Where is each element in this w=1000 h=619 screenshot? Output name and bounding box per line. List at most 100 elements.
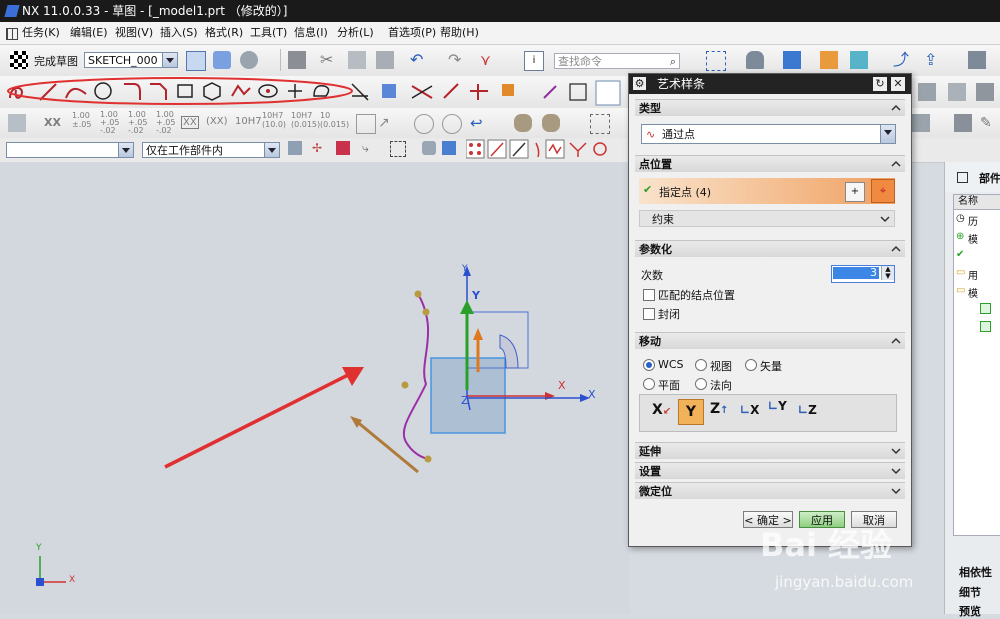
- snap-view-icon[interactable]: [590, 114, 610, 134]
- point-snap-icon[interactable]: [336, 141, 350, 155]
- sketch-attach-icon[interactable]: [186, 51, 206, 71]
- spinner-icon[interactable]: ▲ ▼: [881, 266, 894, 280]
- menu-view[interactable]: 视图(V): [115, 22, 153, 44]
- degree-input[interactable]: 3 ▲ ▼: [831, 265, 895, 283]
- gear-icon[interactable]: ⚙: [633, 77, 646, 90]
- undo-icon[interactable]: ↶: [410, 51, 428, 69]
- chevron-down-icon[interactable]: [162, 53, 177, 67]
- grid-icon[interactable]: [912, 114, 930, 132]
- move-icon[interactable]: ⇪: [924, 51, 942, 69]
- chevron-down-icon[interactable]: [880, 214, 890, 224]
- diameter-icon[interactable]: [414, 114, 434, 134]
- section-type[interactable]: 类型: [635, 99, 905, 116]
- tab-details[interactable]: 细节: [959, 584, 981, 600]
- dim-style-fit4[interactable]: 10 (0.015): [320, 111, 349, 129]
- dim-style-tol3[interactable]: 1.00 +.05 -.02: [128, 111, 148, 135]
- close-icon[interactable]: ✕: [891, 77, 905, 91]
- type-filter-select[interactable]: [6, 142, 134, 158]
- type-select[interactable]: ∿ 通过点: [641, 124, 896, 144]
- graphics-window[interactable]: Y X X Z Y Y X: [0, 162, 630, 614]
- view-orient-icon[interactable]: [783, 51, 801, 69]
- navigator-tree[interactable]: 名称 历 ◷ ⊕ 模 ✔ ▭ 用 ▭ 模: [953, 194, 1000, 536]
- redo-icon[interactable]: ↷: [448, 51, 466, 69]
- point-dialog-button[interactable]: +: [845, 182, 865, 202]
- brush-icon[interactable]: ✎: [980, 114, 998, 132]
- finish-sketch-label[interactable]: 完成草图: [34, 53, 78, 69]
- crosshair-icon[interactable]: ⌖: [871, 179, 895, 203]
- specify-point-row[interactable]: ✔ 指定点 (4) + ⌖: [639, 178, 895, 204]
- chevron-up-icon[interactable]: [891, 244, 901, 254]
- info-icon[interactable]: i: [524, 51, 544, 71]
- copy-icon[interactable]: [348, 51, 366, 69]
- menu-more-icon[interactable]: [968, 51, 986, 69]
- section-extend[interactable]: 延伸: [635, 442, 905, 459]
- cut-icon[interactable]: ✂: [320, 51, 338, 69]
- section-parameterization[interactable]: 参数化: [635, 240, 905, 257]
- menu-preferences[interactable]: 首选项(P): [388, 22, 436, 44]
- radio-view[interactable]: [695, 359, 707, 371]
- relations-icon[interactable]: [948, 83, 966, 101]
- finish-sketch-icon[interactable]: [10, 51, 28, 69]
- dimension-settings-icon[interactable]: [8, 114, 26, 132]
- tree-row-model[interactable]: 模: [968, 231, 978, 246]
- chevron-down-icon[interactable]: [880, 125, 895, 143]
- reattach-icon[interactable]: [240, 51, 258, 69]
- tab-preview[interactable]: 预览: [959, 603, 981, 619]
- move-y-button[interactable]: Y: [678, 399, 704, 425]
- snap-points-icon[interactable]: ✢: [312, 141, 326, 155]
- annotation-icon[interactable]: [356, 114, 376, 134]
- body-select-icon[interactable]: [442, 141, 456, 155]
- search-icon[interactable]: ⌕: [670, 54, 676, 70]
- fit-view-icon[interactable]: [706, 51, 726, 71]
- box-select-icon[interactable]: [390, 141, 406, 157]
- menu-help[interactable]: 帮助(H): [440, 22, 479, 44]
- chevron-up-icon[interactable]: [891, 336, 901, 346]
- intent-icon[interactable]: ⤷: [362, 141, 376, 155]
- orient-view-icon[interactable]: [213, 51, 231, 69]
- menu-insert[interactable]: 插入(S): [160, 22, 198, 44]
- dim-style-basic[interactable]: XX: [181, 116, 199, 129]
- radio-plane[interactable]: [643, 378, 655, 390]
- menu-task[interactable]: 任务(K): [22, 22, 60, 44]
- app-menu-icon[interactable]: [6, 28, 18, 40]
- rotate-y-button[interactable]: ∟Y: [768, 399, 787, 413]
- radio-normal[interactable]: [695, 378, 707, 390]
- chevron-down-icon[interactable]: [891, 466, 901, 476]
- closed-checkbox[interactable]: [643, 308, 655, 320]
- move-x-button[interactable]: X↙: [652, 402, 671, 418]
- sketch-name-select[interactable]: SKETCH_000: [84, 52, 178, 68]
- menu-edit[interactable]: 编辑(E): [70, 22, 108, 44]
- filter-icon[interactable]: [850, 51, 868, 69]
- chevron-down-icon[interactable]: [891, 446, 901, 456]
- window-icon[interactable]: [957, 172, 968, 183]
- tools-icon[interactable]: [976, 83, 994, 101]
- return-icon[interactable]: ↩: [470, 114, 488, 132]
- rotate-z-button[interactable]: ∟Z: [798, 403, 817, 417]
- move-z-button[interactable]: Z↑: [710, 401, 729, 417]
- rotate-x-button[interactable]: ∟X: [740, 403, 759, 417]
- print-icon[interactable]: [954, 114, 972, 132]
- menu-format[interactable]: 格式(R): [205, 22, 243, 44]
- chevron-up-icon[interactable]: [891, 159, 901, 169]
- constraint-group[interactable]: 约束: [639, 210, 895, 227]
- menu-info[interactable]: 信息(I): [294, 22, 328, 44]
- section-fine-positioning[interactable]: 微定位: [635, 482, 905, 499]
- wcs-icon[interactable]: ⤴: [893, 51, 911, 69]
- snap-icon[interactable]: ⋎: [480, 51, 498, 69]
- scope-filter-select[interactable]: 仅在工作部件内: [142, 142, 280, 158]
- sketch-canvas[interactable]: [0, 162, 630, 614]
- chevron-down-icon[interactable]: [891, 486, 901, 496]
- checkbox-icon[interactable]: [980, 303, 991, 314]
- tree-column-header[interactable]: 名称: [954, 195, 1000, 210]
- reset-icon[interactable]: ↻: [873, 77, 887, 91]
- shaded-view-icon[interactable]: [746, 51, 764, 69]
- command-search-input[interactable]: 查找命令 ⌕: [554, 53, 680, 69]
- selection-scope-icon[interactable]: [288, 141, 302, 155]
- dim-style-fit3[interactable]: 10H7 (0.015): [291, 111, 320, 129]
- chevron-down-icon[interactable]: [264, 143, 279, 157]
- checkbox-icon[interactable]: [980, 321, 991, 332]
- radio-vector[interactable]: [745, 359, 757, 371]
- dim-style-tol1[interactable]: 1.00 ±.05: [72, 111, 92, 129]
- dim-style-ref[interactable]: (XX): [206, 116, 228, 127]
- save-icon[interactable]: [288, 51, 306, 69]
